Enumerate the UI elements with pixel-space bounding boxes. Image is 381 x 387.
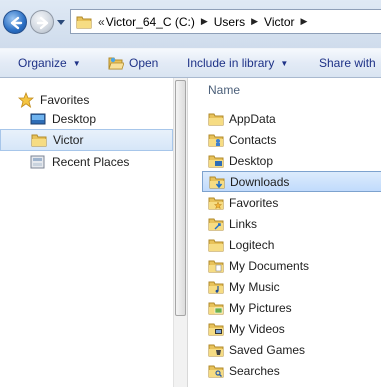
open-folder-icon [108, 57, 124, 70]
folder-icon [208, 238, 224, 252]
favorites-folder-icon [208, 196, 224, 210]
share-with-button[interactable]: Share with [319, 56, 376, 70]
file-row-my-videos[interactable]: My Videos [202, 318, 381, 339]
chevron-down-icon: ▼ [280, 58, 289, 68]
folder-icon [76, 16, 92, 28]
star-icon [18, 92, 34, 108]
saved-games-folder-icon [208, 343, 224, 357]
file-row-my-documents[interactable]: My Documents [202, 255, 381, 276]
address-overflow-chevron[interactable]: « [98, 15, 105, 29]
nav-desktop[interactable]: Desktop [30, 108, 173, 130]
music-folder-icon [208, 280, 224, 294]
file-name: Links [229, 216, 258, 231]
open-button[interactable]: Open [108, 56, 158, 70]
file-row-my-music[interactable]: My Music [202, 276, 381, 297]
name-column-label: Name [208, 83, 241, 97]
nav-desktop-label: Desktop [52, 112, 97, 126]
documents-folder-icon [208, 259, 224, 273]
command-bar: Organize ▼ Open Include in library ▼ Sha… [0, 48, 381, 78]
nav-victor-label: Victor [53, 133, 84, 147]
nav-recent-places[interactable]: Recent Places [30, 151, 173, 173]
share-label: Share with [319, 56, 376, 70]
nav-favorites-label: Favorites [40, 93, 90, 107]
navigation-pane-scrollbar[interactable] [173, 78, 187, 387]
organize-label: Organize [18, 56, 67, 70]
address-box[interactable]: « Victor_64_C (C:) ▶ Users ▶ Victor ▶ [70, 9, 381, 34]
breadcrumb: Victor_64_C (C:) ▶ Users ▶ Victor ▶ [106, 15, 314, 29]
file-row-links[interactable]: Links [202, 213, 381, 234]
name-column-header[interactable]: Name [188, 78, 381, 102]
user-folder-icon [31, 133, 47, 147]
file-name: Favorites [229, 195, 279, 210]
links-folder-icon [208, 217, 224, 231]
file-row-desktop[interactable]: Desktop [202, 150, 381, 171]
nav-recent-label: Recent Places [52, 155, 130, 169]
back-button[interactable] [3, 10, 27, 34]
file-row-my-pictures[interactable]: My Pictures [202, 297, 381, 318]
folder-icon [208, 112, 224, 126]
recent-pages-dropdown-icon[interactable] [57, 18, 65, 26]
nav-victor[interactable]: Victor [0, 129, 173, 151]
desktop-icon [30, 112, 46, 126]
breadcrumb-victor[interactable]: Victor [264, 15, 294, 29]
pictures-folder-icon [208, 301, 224, 315]
file-name: Searches [229, 363, 280, 378]
desktop-folder-icon [208, 154, 224, 168]
file-name: Logitech [229, 237, 275, 252]
file-name: Contacts [229, 132, 277, 147]
breadcrumb-drive[interactable]: Victor_64_C (C:) [106, 15, 195, 29]
scrollbar-thumb[interactable] [175, 80, 186, 316]
file-name: Saved Games [229, 342, 306, 357]
forward-arrow-icon [36, 16, 49, 30]
file-list: Name AppData Contacts Desktop Downloads Favo… [188, 78, 381, 387]
file-name: My Pictures [229, 300, 292, 315]
file-name: AppData [229, 111, 276, 126]
recent-places-icon [30, 155, 46, 169]
downloads-folder-icon [209, 175, 225, 189]
chevron-right-icon[interactable]: ▶ [201, 16, 208, 27]
include-label: Include in library [187, 56, 275, 70]
include-in-library-button[interactable]: Include in library ▼ [187, 56, 288, 70]
file-row-downloads[interactable]: Downloads [202, 171, 381, 192]
file-row-appdata[interactable]: AppData [202, 108, 381, 129]
file-row-favorites[interactable]: Favorites [202, 192, 381, 213]
breadcrumb-users[interactable]: Users [214, 15, 245, 29]
contacts-folder-icon [208, 133, 224, 147]
chevron-down-icon: ▼ [72, 58, 81, 68]
chevron-right-icon[interactable]: ▶ [301, 16, 308, 27]
file-row-logitech[interactable]: Logitech [202, 234, 381, 255]
file-name: My Music [229, 279, 280, 294]
file-name: My Documents [229, 258, 310, 273]
file-row-saved-games[interactable]: Saved Games [202, 339, 381, 360]
file-name: Downloads [230, 174, 290, 189]
videos-folder-icon [208, 322, 224, 336]
forward-button[interactable] [30, 10, 54, 34]
open-label: Open [129, 56, 159, 70]
chevron-right-icon[interactable]: ▶ [251, 16, 258, 27]
back-arrow-icon [10, 16, 23, 30]
organize-button[interactable]: Organize ▼ [18, 56, 81, 70]
address-bar-area: « Victor_64_C (C:) ▶ Users ▶ Victor ▶ [0, 0, 381, 48]
file-name: Desktop [229, 153, 274, 168]
navigation-pane: Favorites Desktop Victor Recent Places [0, 78, 187, 387]
file-row-searches[interactable]: Searches [202, 360, 381, 381]
file-row-contacts[interactable]: Contacts [202, 129, 381, 150]
searches-folder-icon [208, 364, 224, 378]
file-name: My Videos [229, 321, 285, 336]
